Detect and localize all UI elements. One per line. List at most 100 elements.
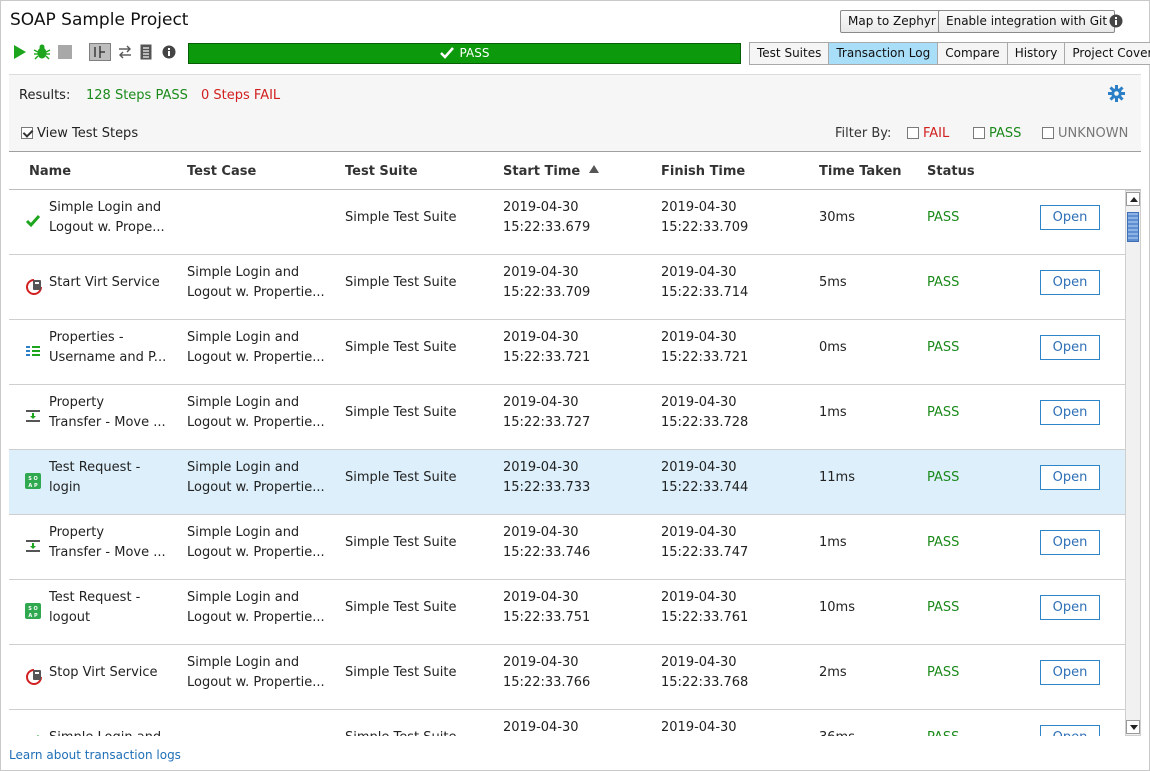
tab-history[interactable]: History	[1006, 43, 1065, 64]
run-icon[interactable]	[13, 44, 27, 64]
filter-pass-label: PASS	[989, 126, 1022, 141]
cell-start-time: 2019-04-30	[503, 718, 579, 736]
cell-finish-time: 2019-04-30 15:22:33.761	[661, 588, 748, 628]
scroll-up-icon[interactable]	[1126, 192, 1140, 206]
open-button[interactable]: Open	[1040, 660, 1100, 685]
scrollbar-thumb[interactable]	[1127, 212, 1139, 242]
tab-transaction-log[interactable]: Transaction Log	[828, 43, 938, 64]
cell-test-case-line-2: Logout w. Propertie...	[187, 480, 325, 495]
table-row[interactable]: Property Transfer - Move ... Simple Login …	[9, 515, 1125, 580]
check-icon	[25, 733, 45, 736]
cell-start-clock: 15:22:33.766	[503, 675, 591, 690]
results-pass-count: 128 Steps PASS	[86, 88, 188, 103]
toggle-steps-icon[interactable]	[89, 43, 111, 65]
table-row[interactable]: Properties - Username and P... Simple Logi…	[9, 320, 1125, 385]
column-header-test-case[interactable]: Test Case	[187, 164, 256, 179]
column-header-finish-time[interactable]: Finish Time	[661, 164, 745, 179]
cell-name-line-2: Transfer - Move ...	[49, 545, 166, 560]
table-row[interactable]: Stop Virt Service Simple Login and Logout …	[9, 645, 1125, 710]
table-row[interactable]: S OA P Test Request - login Simple Login an…	[9, 450, 1125, 515]
checkbox-checked-icon[interactable]	[21, 127, 33, 139]
cell-test-case-line-2: Logout w. Propertie...	[187, 350, 325, 365]
transfer-icon[interactable]	[118, 44, 132, 64]
cell-finish-time: 2019-04-30	[661, 718, 737, 736]
cell-finish-time: 2019-04-30 15:22:33.728	[661, 393, 748, 433]
tab-compare[interactable]: Compare	[937, 43, 1007, 64]
cell-finish-date: 2019-04-30	[661, 655, 737, 670]
cell-start-time: 2019-04-30 15:22:33.721	[503, 328, 590, 368]
cell-time-taken: 36ms	[819, 728, 855, 736]
column-header-name[interactable]: Name	[29, 164, 71, 179]
cell-time-taken: 2ms	[819, 665, 847, 680]
cell-time-taken: 0ms	[819, 340, 847, 355]
table-row[interactable]: Property Transfer - Move ... Simple Login …	[9, 385, 1125, 450]
cell-name-line-1: Simple Login and	[49, 728, 161, 736]
open-button[interactable]: Open	[1040, 465, 1100, 490]
filter-pass-checkbox[interactable]: PASS	[973, 126, 1021, 141]
cell-finish-date: 2019-04-30	[661, 330, 737, 345]
info-icon[interactable]	[1109, 14, 1123, 32]
tab-project-coverage[interactable]: Project Coverage	[1064, 43, 1150, 64]
cell-start-clock: 15:22:33.733	[503, 480, 591, 495]
soap-request-icon: S OA P	[25, 603, 45, 623]
cell-test-case-line-2: Logout w. Propertie...	[187, 285, 325, 300]
enable-git-button[interactable]: Enable integration with Git	[938, 10, 1116, 33]
checkbox-icon[interactable]	[973, 127, 985, 139]
svg-text:A P: A P	[28, 483, 38, 489]
learn-transaction-logs-link[interactable]: Learn about transaction logs	[9, 748, 181, 762]
column-header-time-taken[interactable]: Time Taken	[819, 164, 902, 179]
view-test-steps-label: View Test Steps	[37, 126, 139, 141]
properties-icon	[25, 343, 45, 363]
open-button[interactable]: Open	[1040, 335, 1100, 360]
results-panel	[9, 74, 1141, 152]
open-button[interactable]: Open	[1040, 725, 1100, 736]
filter-fail-label: FAIL	[923, 126, 950, 141]
checkbox-icon[interactable]	[907, 127, 919, 139]
cell-time-taken: 1ms	[819, 405, 847, 420]
stop-icon[interactable]	[58, 44, 72, 64]
cell-start-date: 2019-04-30	[503, 200, 579, 215]
cell-name-line-1: Stop Virt Service	[49, 665, 158, 680]
filter-by-label: Filter By:	[835, 126, 892, 141]
cell-start-time: 2019-04-30 15:22:33.751	[503, 588, 590, 628]
open-button[interactable]: Open	[1040, 205, 1100, 230]
column-header-test-suite[interactable]: Test Suite	[345, 164, 418, 179]
table-row[interactable]: S OA P Test Request - logout Simple Login a…	[9, 580, 1125, 645]
checkbox-icon[interactable]	[1042, 127, 1054, 139]
filter-unknown-checkbox[interactable]: UNKNOWN	[1042, 126, 1128, 141]
gear-icon[interactable]	[1108, 85, 1125, 106]
view-test-steps-checkbox[interactable]: View Test Steps	[21, 126, 138, 141]
cell-status: PASS	[927, 275, 960, 290]
table-row[interactable]: Simple Login and Simple Test Suite 2019-04…	[9, 710, 1125, 736]
cell-name-line-2: Logout w. Prope...	[49, 220, 165, 235]
debug-bug-icon[interactable]	[33, 44, 51, 64]
table-row[interactable]: Start Virt Service Simple Login and Logout…	[9, 255, 1125, 320]
cell-name: Test Request - login	[49, 458, 140, 498]
open-button[interactable]: Open	[1040, 400, 1100, 425]
scroll-down-icon[interactable]	[1126, 720, 1140, 734]
cell-finish-date: 2019-04-30	[661, 720, 737, 735]
column-header-start-time[interactable]: Start Time	[503, 164, 600, 179]
filter-unknown-label: UNKNOWN	[1058, 126, 1129, 141]
table-row[interactable]: Simple Login and Logout w. Prope... Simple…	[9, 190, 1125, 255]
open-button[interactable]: Open	[1040, 270, 1100, 295]
cell-test-case-line-2: Logout w. Propertie...	[187, 610, 325, 625]
tab-test-suites[interactable]: Test Suites	[750, 43, 829, 64]
open-button[interactable]: Open	[1040, 595, 1100, 620]
column-header-status[interactable]: Status	[927, 164, 975, 179]
report-icon[interactable]	[140, 44, 152, 64]
filter-fail-checkbox[interactable]: FAIL	[907, 126, 949, 141]
cell-test-case-line-1: Simple Login and	[187, 395, 300, 410]
cell-start-date: 2019-04-30	[503, 655, 579, 670]
cell-test-suite: Simple Test Suite	[345, 405, 457, 420]
results-fail-count: 0 Steps FAIL	[201, 88, 281, 103]
open-button[interactable]: Open	[1040, 530, 1100, 555]
info-icon[interactable]	[162, 44, 176, 64]
map-to-zephyr-button[interactable]: Map to Zephyr	[840, 10, 944, 33]
cell-name-line-2: login	[49, 480, 81, 495]
cell-start-time: 2019-04-30 15:22:33.679	[503, 198, 590, 238]
sort-ascending-icon	[589, 165, 600, 173]
cell-finish-date: 2019-04-30	[661, 590, 737, 605]
cell-test-suite: Simple Test Suite	[345, 210, 457, 225]
vertical-scrollbar[interactable]	[1125, 190, 1141, 736]
